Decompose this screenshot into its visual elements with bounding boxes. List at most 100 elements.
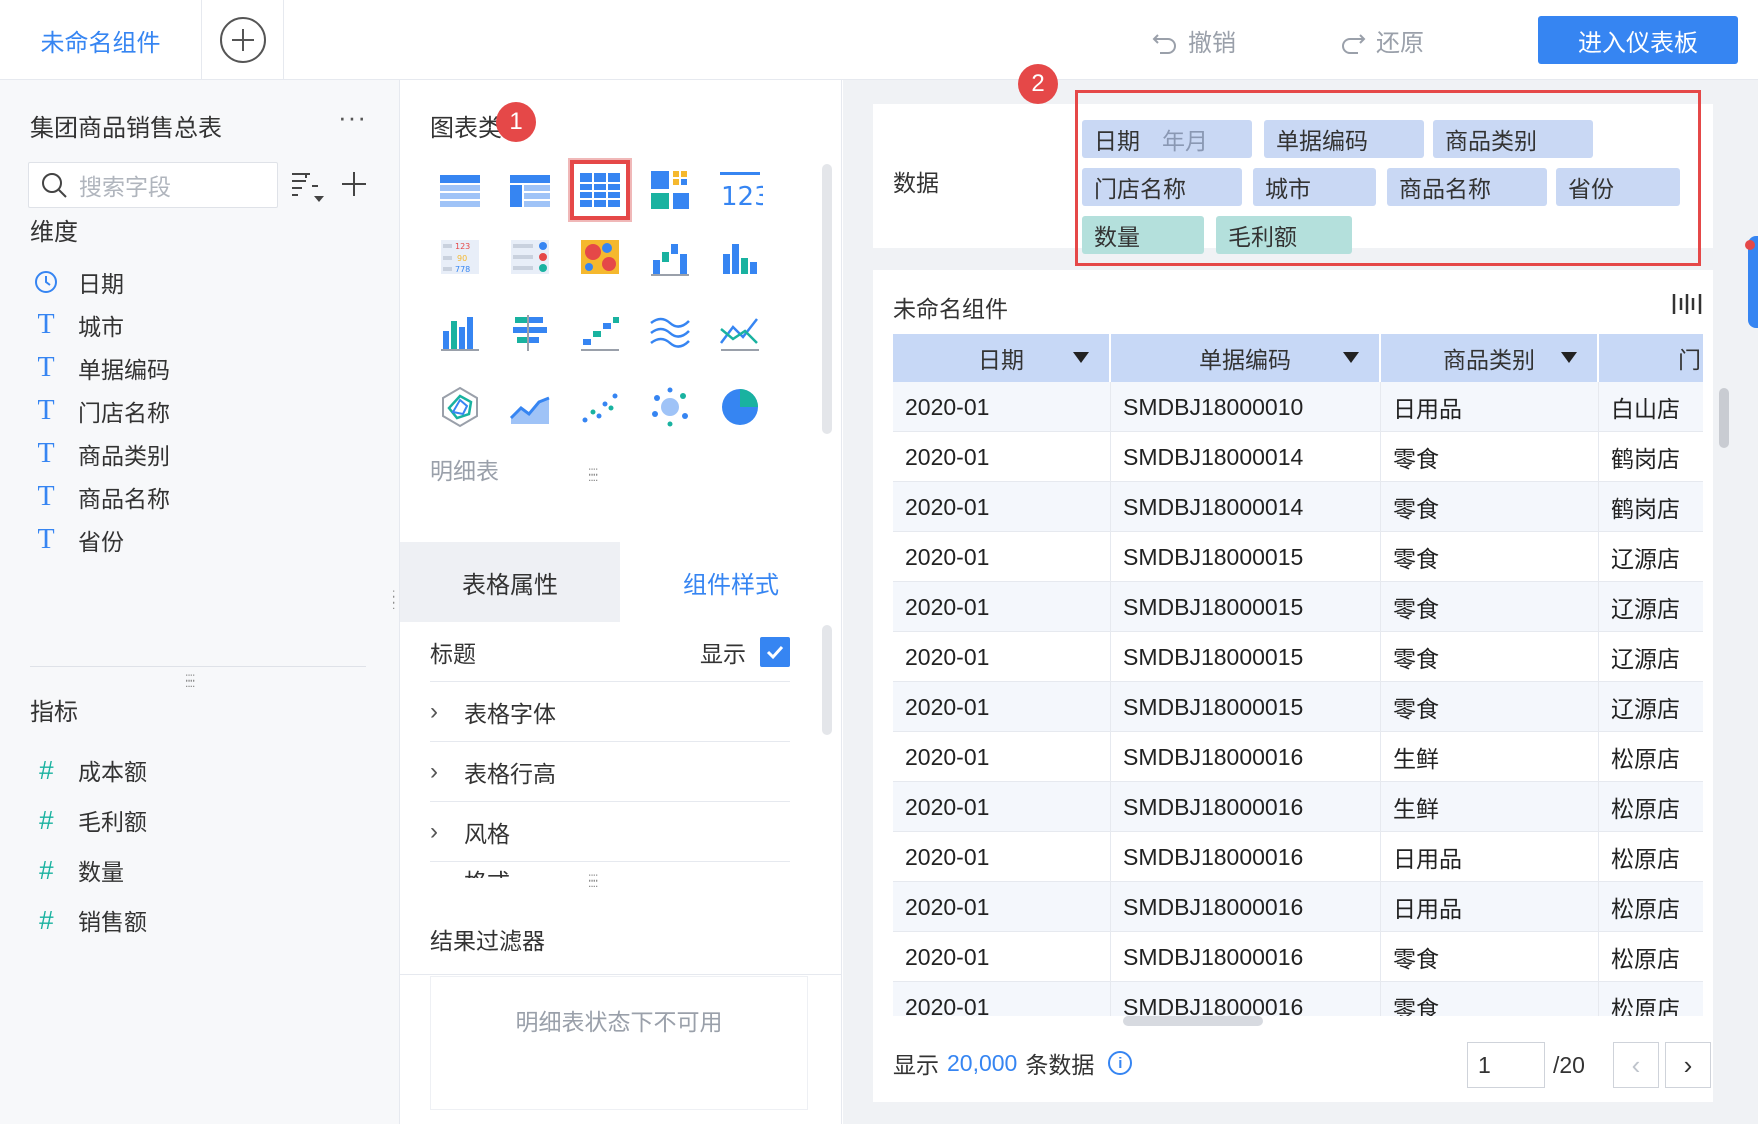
stacked-bar-icon[interactable] (710, 227, 770, 287)
area-chart-icon[interactable] (500, 377, 560, 437)
table-cell: 2020-01 (893, 432, 1111, 482)
table-row[interactable]: 2020-01 SMDBJ18000016 生鲜 松原店 (893, 782, 1703, 832)
scatter-chart-icon[interactable] (570, 377, 630, 437)
table-row[interactable]: 2020-01 SMDBJ18000015 零食 辽源店 (893, 532, 1703, 582)
tab-table-properties[interactable]: 表格属性 (400, 542, 620, 622)
detail-table-icon[interactable] (570, 160, 630, 220)
measure-field-quantity[interactable]: # 数量 (30, 850, 124, 890)
dimension-field-store-name[interactable]: T 门店名称 (30, 391, 170, 431)
table-row[interactable]: 2020-01 SMDBJ18000016 日用品 松原店 (893, 882, 1703, 932)
table-cell: 辽源店 (1611, 596, 1680, 622)
table-row-height-row[interactable]: › 表格行高 (430, 742, 790, 802)
radar-chart-icon[interactable] (430, 377, 490, 437)
resize-handle-icon[interactable]: ::: (392, 587, 396, 611)
column-header-doc-code[interactable]: 单据编码 (1111, 334, 1381, 382)
props-scrollbar[interactable] (822, 625, 832, 735)
info-icon[interactable]: i (1108, 1051, 1133, 1075)
table-row[interactable]: 2020-01 SMDBJ18000015 零食 辽源店 (893, 632, 1703, 682)
grouped-table-icon[interactable] (500, 160, 560, 220)
search-input[interactable]: 搜索字段 (28, 162, 278, 208)
svg-text:123: 123 (721, 182, 763, 212)
tab-unnamed-component[interactable]: 未命名组件 (0, 0, 202, 80)
measure-field-gross-profit[interactable]: # 毛利额 (30, 800, 147, 840)
data-field-pill[interactable]: 商品类别 (1433, 120, 1593, 158)
dimension-field-date[interactable]: 日期 (30, 262, 124, 302)
data-field-pill[interactable]: 门店名称 (1082, 168, 1242, 206)
table-row[interactable]: 2020-01 SMDBJ18000014 零食 鹤岗店 (893, 482, 1703, 532)
pie-chart-icon[interactable] (710, 377, 770, 437)
dropdown-arrow-icon[interactable] (1343, 352, 1359, 363)
next-page-button[interactable]: › (1665, 1042, 1711, 1088)
multi-line-chart-icon[interactable] (640, 302, 700, 362)
table-row[interactable]: 2020-01 SMDBJ18000016 生鲜 松原店 (893, 732, 1703, 782)
sort-filter-icon[interactable] (290, 168, 330, 204)
bar-chart-icon[interactable] (500, 302, 560, 362)
data-field-pill[interactable]: 商品名称 (1387, 168, 1547, 206)
dimension-field-city[interactable]: T 城市 (30, 305, 124, 345)
dropdown-arrow-icon[interactable] (1561, 352, 1577, 363)
show-title-checkbox[interactable] (760, 636, 790, 667)
table-horizontal-scrollbar[interactable] (1123, 1016, 1263, 1026)
table-cell: 2020-01 (893, 632, 1111, 682)
line-chart-icon[interactable] (710, 302, 770, 362)
table-row[interactable]: 2020-01 SMDBJ18000016 零食 松原店 (893, 982, 1703, 1016)
table-row[interactable]: 2020-01 SMDBJ18000015 零食 辽源店 (893, 582, 1703, 632)
drag-handle-icon[interactable]: :::::::: (588, 465, 598, 483)
data-field-pill[interactable]: 城市 (1253, 168, 1376, 206)
table-vertical-scrollbar[interactable] (1719, 388, 1729, 448)
drag-handle-icon[interactable]: :::::::: (588, 871, 598, 889)
crosstab-chart-icon[interactable] (430, 160, 490, 220)
tab-component-style[interactable]: 组件样式 (620, 542, 842, 622)
enter-dashboard-button[interactable]: 进入仪表板 (1538, 16, 1738, 64)
add-tab-button[interactable] (202, 0, 284, 80)
column-header-date[interactable]: 日期 (893, 334, 1111, 382)
data-field-pill[interactable]: 单据编码 (1264, 120, 1424, 158)
pill-sublabel: 年月 (1162, 128, 1208, 154)
dimension-field-province[interactable]: T 省份 (30, 520, 124, 560)
pill-label: 商品类别 (1445, 128, 1537, 154)
dataset-title: 集团商品销售总表 (30, 115, 222, 142)
table-cell: SMDBJ18000015 (1111, 532, 1381, 582)
table-row[interactable]: 2020-01 SMDBJ18000015 零食 辽源店 (893, 682, 1703, 732)
column-header-store[interactable]: 门 (1599, 334, 1703, 382)
kpi-number-icon[interactable]: 123 (710, 160, 770, 220)
heatmap-icon[interactable] (570, 227, 630, 287)
dimension-field-product-name[interactable]: T 商品名称 (30, 477, 170, 517)
column-header-label: 商品类别 (1443, 347, 1535, 373)
data-field-pill[interactable]: 日期 年月 (1082, 120, 1252, 158)
more-icon[interactable]: ··· (338, 102, 367, 133)
page-number-input[interactable]: 1 (1467, 1042, 1545, 1088)
kpi-grid-icon[interactable] (640, 160, 700, 220)
table-cell: 日用品 (1381, 832, 1599, 882)
step-chart-icon[interactable] (570, 302, 630, 362)
column-header-category[interactable]: 商品类别 (1381, 334, 1599, 382)
chart-list-scrollbar[interactable] (822, 164, 832, 434)
undo-button[interactable]: 撤销 (1150, 20, 1236, 60)
prev-page-button[interactable]: ‹ (1613, 1042, 1659, 1088)
table-row[interactable]: 2020-01 SMDBJ18000016 日用品 松原店 (893, 832, 1703, 882)
indicator-table-icon[interactable] (500, 227, 560, 287)
data-field-pill[interactable]: 数量 (1082, 216, 1204, 254)
waterfall-chart-icon[interactable] (640, 227, 700, 287)
table-font-row[interactable]: › 表格字体 (430, 682, 790, 742)
bubble-chart-icon[interactable] (640, 377, 700, 437)
table-row[interactable]: 2020-01 SMDBJ18000014 零食 鹤岗店 (893, 432, 1703, 482)
measure-field-cost[interactable]: # 成本额 (30, 750, 147, 790)
dropdown-arrow-icon[interactable] (1073, 352, 1089, 363)
hash-icon: # (38, 904, 54, 935)
table-cell: 零食 (1381, 482, 1599, 532)
dimension-field-doc-code[interactable]: T 单据编码 (30, 348, 170, 388)
column-width-icon[interactable] (1671, 290, 1703, 318)
table-row[interactable]: 2020-01 SMDBJ18000010 日用品 白山店 (893, 382, 1703, 432)
redo-button[interactable]: 还原 (1338, 20, 1424, 60)
style-row[interactable]: › 风格 (430, 802, 790, 862)
data-field-pill[interactable]: 省份 (1556, 168, 1680, 206)
data-field-pill[interactable]: 毛利额 (1216, 216, 1352, 254)
drag-handle-icon[interactable]: :::::::: (185, 671, 195, 689)
dimension-field-category[interactable]: T 商品类别 (30, 434, 170, 474)
number-table-icon[interactable]: 123 90 778 (430, 227, 490, 287)
table-row[interactable]: 2020-01 SMDBJ18000016 零食 松原店 (893, 932, 1703, 982)
add-field-icon[interactable] (338, 168, 370, 200)
column-chart-icon[interactable] (430, 302, 490, 362)
measure-field-sales[interactable]: # 销售额 (30, 900, 147, 940)
